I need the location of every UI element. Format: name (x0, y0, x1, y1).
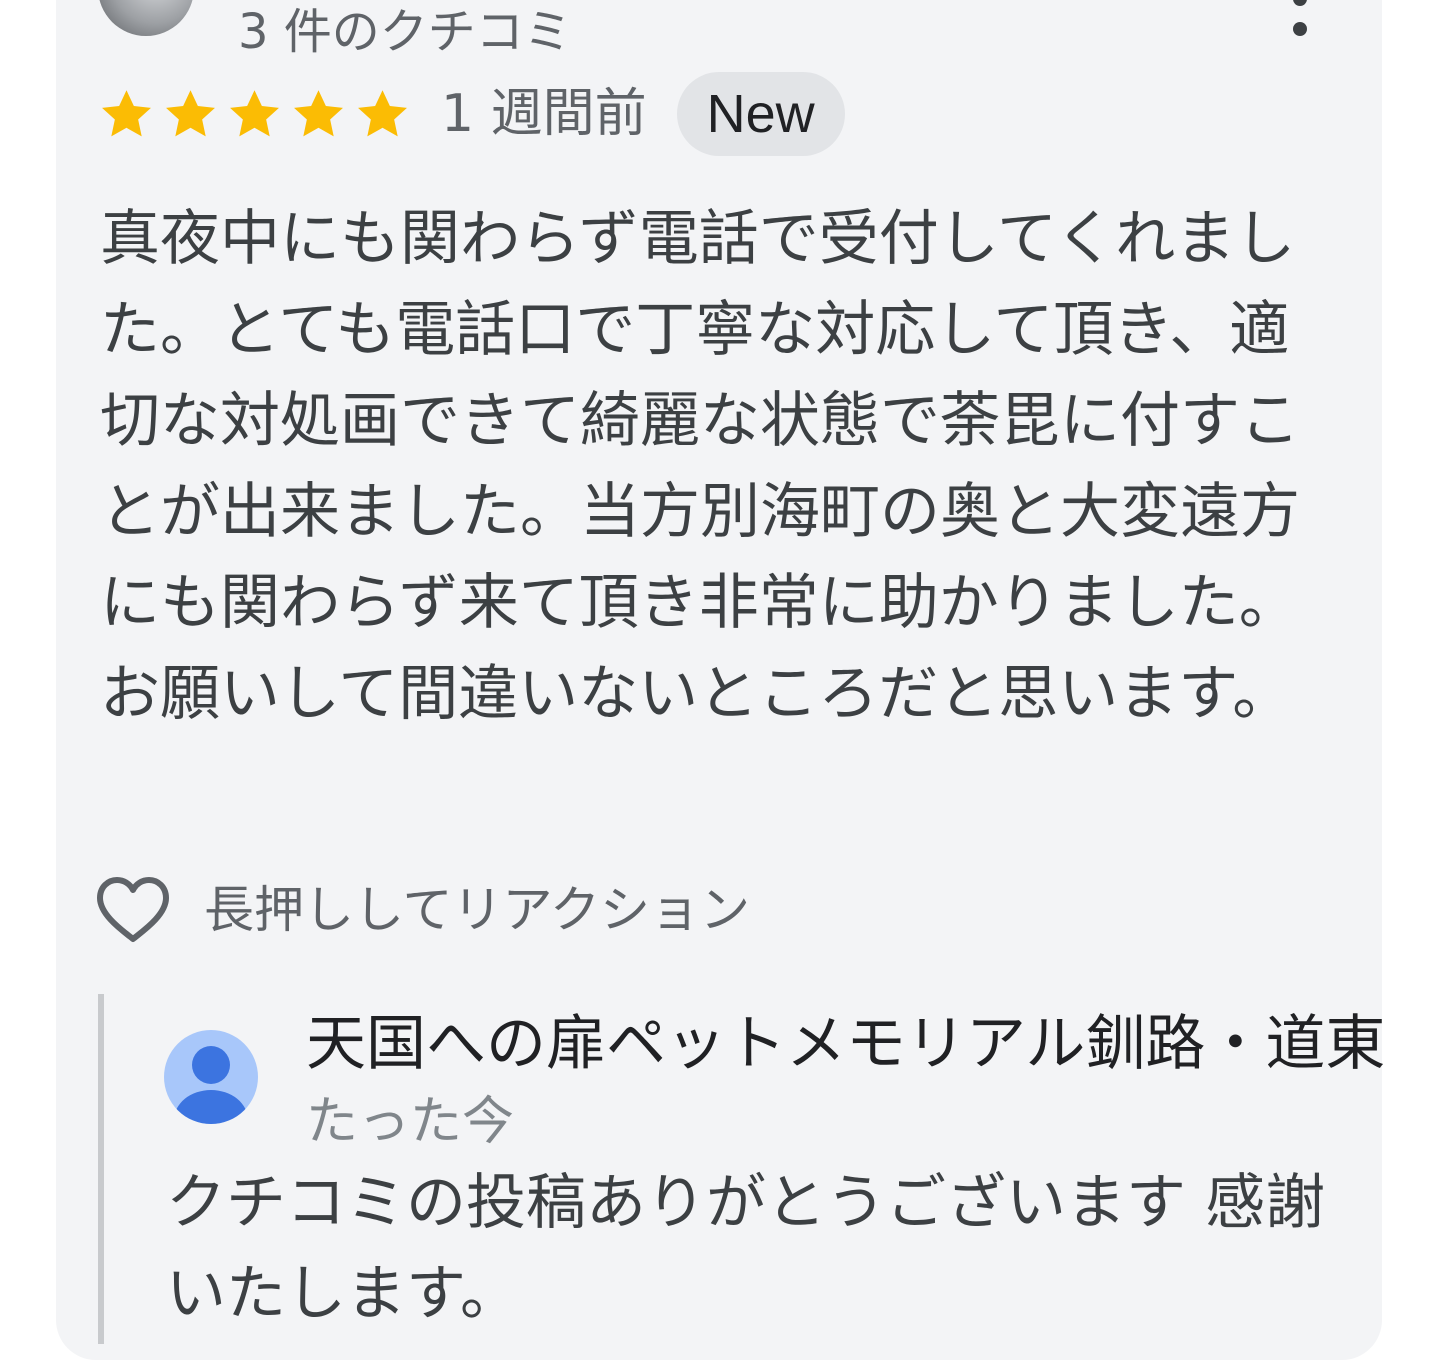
owner-reply: 天国への扉ペットメモリアル釧路・道東 たった今 クチコミの投稿ありがとうございま… (98, 994, 1440, 1344)
owner-avatar[interactable] (164, 1030, 258, 1124)
reviewer-review-count: 3 件のクチコミ (238, 4, 572, 60)
person-icon-head (192, 1046, 230, 1084)
heart-icon (97, 877, 169, 942)
rating-row: 1 週間前 New (98, 72, 845, 156)
reply-time: たった今 (306, 1092, 515, 1152)
review-time: 1 週間前 (441, 84, 647, 144)
more-options-dot (1293, 0, 1307, 6)
star-icon (166, 89, 215, 136)
more-options-dot (1293, 22, 1307, 36)
owner-name[interactable]: 天国への扉ペットメモリアル釧路・道東 (306, 1004, 1385, 1084)
star-icon (294, 89, 343, 136)
star-icon (230, 89, 279, 136)
star-icon (102, 89, 151, 136)
reaction-button[interactable]: 長押ししてリアクション (96, 872, 750, 948)
star-rating (98, 86, 411, 143)
person-icon-body (174, 1090, 248, 1124)
reaction-label: 長押ししてリアクション (204, 881, 750, 939)
review-text: 真夜中にも関わらず電話で受付してくれました。とても電話口で丁寧な対応して頂き、適… (100, 204, 1300, 729)
star-icon (358, 89, 407, 136)
more-options-icon[interactable] (1284, 0, 1316, 36)
new-badge: New (676, 72, 845, 156)
reply-text: クチコミの投稿ありがとうございます 感謝いたします。 (166, 1168, 1326, 1329)
